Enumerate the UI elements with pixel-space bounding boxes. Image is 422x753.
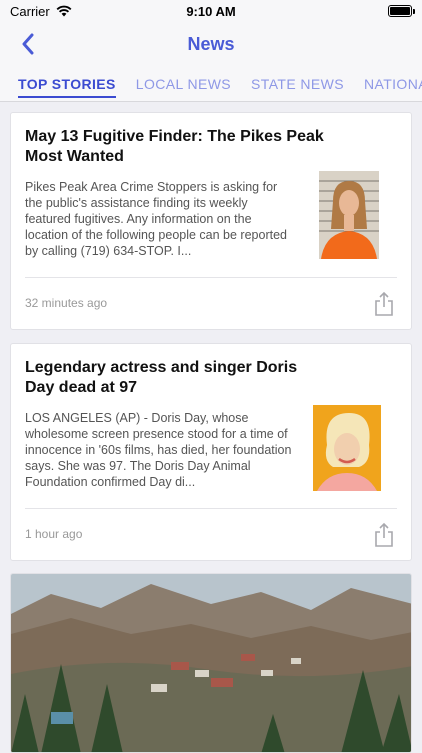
carrier-label: Carrier (10, 3, 50, 19)
tab-top-stories[interactable]: TOP STORIES (8, 66, 126, 101)
status-left: Carrier (10, 4, 72, 19)
story-card[interactable]: May 13 Fugitive Finder: The Pikes Peak M… (10, 112, 412, 330)
battery-icon (388, 5, 415, 17)
story-title[interactable]: May 13 Fugitive Finder: The Pikes Peak M… (25, 127, 325, 167)
story-photo-card[interactable] (10, 573, 412, 753)
story-thumbnail[interactable] (313, 404, 381, 492)
tab-state-news[interactable]: STATE NEWS (241, 66, 354, 101)
back-button[interactable] (14, 30, 42, 58)
wifi-icon (56, 5, 72, 17)
story-timestamp: 32 minutes ago (25, 296, 108, 310)
chevron-left-icon (22, 33, 34, 55)
story-thumbnail[interactable] (319, 171, 379, 259)
story-timestamp: 1 hour ago (25, 527, 83, 541)
page-title: News (187, 33, 235, 54)
card-divider (25, 277, 397, 278)
story-photo[interactable] (11, 574, 412, 753)
tab-local-news[interactable]: LOCAL NEWS (126, 66, 241, 101)
story-summary: LOS ANGELES (AP) - Doris Day, whose whol… (25, 411, 292, 489)
story-title[interactable]: Legendary actress and singer Doris Day d… (25, 358, 325, 398)
share-icon[interactable] (373, 291, 395, 317)
navigation-bar: News (0, 22, 422, 66)
story-card[interactable]: Legendary actress and singer Doris Day d… (10, 343, 412, 561)
category-tabs: TOP STORIES LOCAL NEWS STATE NEWS NATION… (0, 66, 422, 102)
share-icon[interactable] (373, 522, 395, 548)
story-summary: Pikes Peak Area Crime Stoppers is asking… (25, 180, 287, 258)
tab-national[interactable]: NATIONAL (354, 66, 422, 101)
card-divider (25, 508, 397, 509)
status-bar: Carrier 9:10 AM (0, 0, 422, 22)
